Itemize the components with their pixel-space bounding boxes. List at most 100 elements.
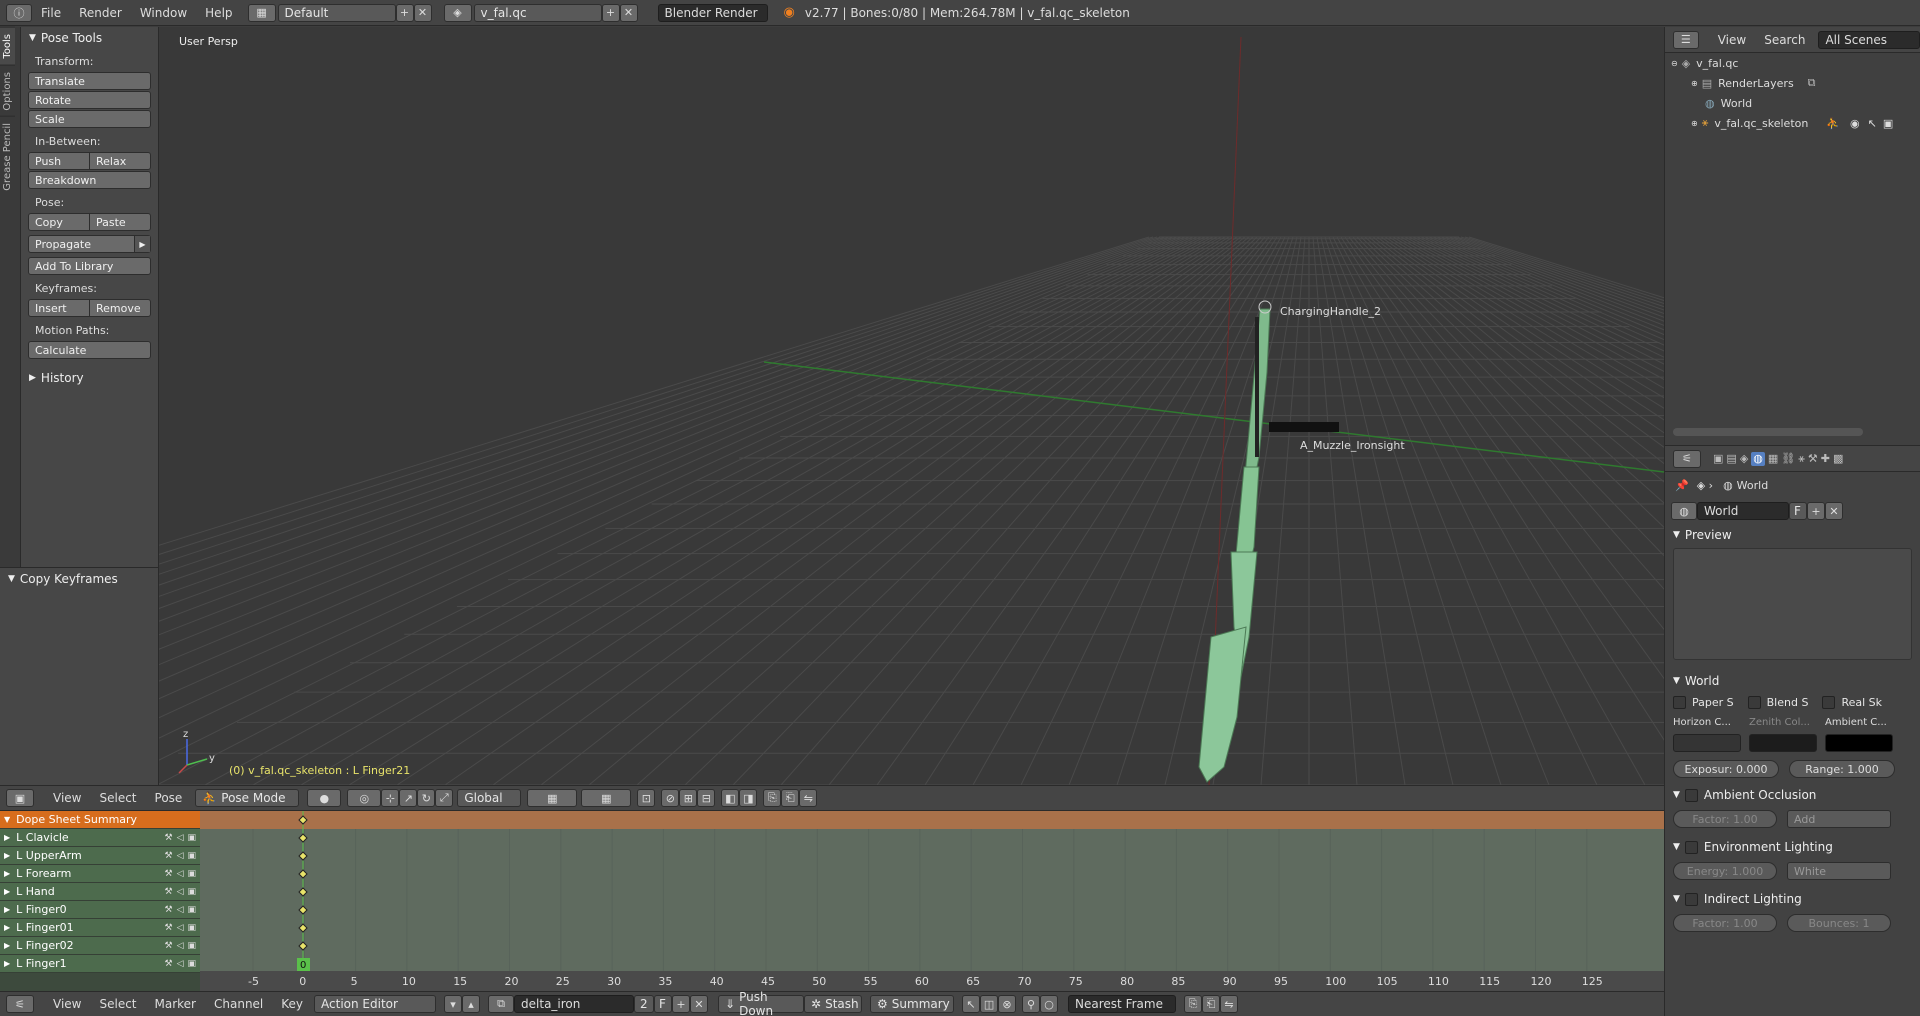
editor-type-icon[interactable]: ⚟ <box>1673 449 1701 468</box>
expand-icon[interactable]: ▶ <box>4 851 10 860</box>
real-sky-checkbox[interactable]: Real Sk <box>1822 696 1882 709</box>
menu-window[interactable]: Window <box>131 6 196 20</box>
dopesheet-summary-channel[interactable]: ▼ Dope Sheet Summary <box>0 811 200 829</box>
eye-icon[interactable]: ◉ <box>1850 117 1860 130</box>
dopesheet-area[interactable]: -5 0 5 10 15 20 25 30 35 40 45 50 55 60 65 70 75 80 85 90 95… <box>0 811 1664 991</box>
paste-pose-icon[interactable]: ⎗ <box>781 789 800 807</box>
indirect-lighting-checkbox[interactable] <box>1684 892 1698 906</box>
lock-icon[interactable]: ▣ <box>187 851 196 861</box>
lock-icon[interactable]: ▣ <box>187 923 196 933</box>
lock-icon[interactable]: ▣ <box>187 941 196 951</box>
outliner-item-renderlayers[interactable]: ⊕ ▤ RenderLayers ⧉ <box>1665 73 1920 93</box>
wrench-icon[interactable]: ⚒ <box>164 869 172 879</box>
only-selected-icon[interactable]: ↖ <box>962 995 981 1013</box>
channel-row[interactable]: ▶ L Forearm ⚒ ◁ ▣ <box>0 865 200 883</box>
channel-row[interactable]: ▶ L Clavicle ⚒ ◁ ▣ <box>0 829 200 847</box>
breakdown-button[interactable]: Breakdown <box>28 171 151 189</box>
only-errors-icon[interactable]: ⊗ <box>998 995 1017 1013</box>
calculate-button[interactable]: Calculate <box>28 341 151 359</box>
relax-button[interactable]: Relax <box>89 153 150 169</box>
add-world-icon[interactable]: + <box>1807 502 1825 520</box>
outliner-item-scene[interactable]: ⊖ ◈ v_fal.qc <box>1665 53 1920 73</box>
world-panel-header[interactable]: ▼ World <box>1665 670 1920 692</box>
object-tab-icon[interactable]: ▦ <box>1768 452 1778 466</box>
menu-select[interactable]: Select <box>90 791 145 805</box>
expand-icon[interactable]: ▶ <box>4 905 10 914</box>
copy-keyframes-header[interactable]: ▼ Copy Keyframes <box>0 568 158 590</box>
menu-view[interactable]: View <box>44 791 90 805</box>
proportional-icon[interactable]: ⊘ <box>661 789 680 807</box>
lock-icon[interactable]: ▣ <box>187 833 196 843</box>
wrench-icon[interactable]: ⚒ <box>164 959 172 969</box>
indirect-factor-field[interactable]: Factor: 1.00 <box>1673 914 1777 932</box>
propagate-menu-icon[interactable]: ▶ <box>134 236 150 252</box>
copy-pose-button[interactable]: Copy <box>29 214 89 230</box>
render-anim-icon[interactable]: ◨ <box>739 789 758 807</box>
range-field[interactable]: Range: 1.000 <box>1789 760 1895 778</box>
channel-row[interactable]: ▶ L Finger01 ⚒ ◁ ▣ <box>0 919 200 937</box>
render-engine-select[interactable]: Blender Render <box>657 3 768 22</box>
paste-keys-icon[interactable]: ⎗ <box>1202 995 1221 1013</box>
unlink-action-icon[interactable]: ✕ <box>690 995 709 1013</box>
preview-header[interactable]: ▼ Preview <box>1665 524 1920 546</box>
keyframe-marker[interactable] <box>298 887 308 897</box>
camera-icon[interactable]: ▣ <box>1883 117 1893 130</box>
lock-icon[interactable]: ▣ <box>187 905 196 915</box>
mute-icon[interactable]: ◁ <box>177 887 184 897</box>
layers-tab-icon[interactable]: ▤ <box>1726 452 1736 466</box>
fake-user-button[interactable]: F <box>1789 502 1807 520</box>
menu-render[interactable]: Render <box>70 6 131 20</box>
scene-field[interactable]: v_fal.qc <box>473 3 602 22</box>
display-mode-select[interactable]: All Scenes <box>1818 30 1920 49</box>
render-tab-icon[interactable]: ▣ <box>1713 452 1723 466</box>
mute-icon[interactable]: ◁ <box>177 905 184 915</box>
remove-keyframe-button[interactable]: Remove <box>89 300 150 316</box>
mute-icon[interactable]: ◁ <box>177 833 184 843</box>
render-layer-icon[interactable]: ⧉ <box>1808 76 1816 90</box>
expand-icon[interactable]: ▶ <box>4 941 10 950</box>
fake-user-button[interactable]: F <box>654 995 673 1013</box>
add-to-library-button[interactable]: Add To Library <box>28 257 151 275</box>
wrench-icon[interactable]: ⚒ <box>164 905 172 915</box>
add-action-icon[interactable]: + <box>672 995 691 1013</box>
users-count[interactable]: 2 <box>634 995 655 1013</box>
paste-flipped-icon[interactable]: ⇋ <box>1220 995 1239 1013</box>
push-down-button[interactable]: ⇓ Push Down <box>718 990 805 1016</box>
indirect-lighting-header[interactable]: ▼ Indirect Lighting <box>1665 888 1920 910</box>
outliner-item-skeleton[interactable]: ⊕ ⚹ v_fal.qc_skeleton ⛹ ◉ ↖ ▣ <box>1665 113 1920 133</box>
data-tab-icon[interactable]: ⚹ <box>1798 452 1805 466</box>
expand-icon[interactable]: ▶ <box>4 923 10 932</box>
stash-button[interactable]: ✲ Stash <box>804 995 863 1013</box>
copy-pose-icon[interactable]: ⎘ <box>763 789 782 807</box>
exposure-field[interactable]: Exposur: 0.000 <box>1673 760 1779 778</box>
menu-channel[interactable]: Channel <box>205 997 272 1011</box>
blend-sky-checkbox[interactable]: Blend S <box>1747 696 1808 709</box>
paste-pose-button[interactable]: Paste <box>89 214 150 230</box>
rifle-mesh[interactable] <box>1198 300 1272 783</box>
mute-icon[interactable]: ◁ <box>177 869 184 879</box>
action-name-field[interactable]: delta_iron <box>514 995 635 1013</box>
editor-type-icon[interactable]: ⚟ <box>6 995 34 1013</box>
shading-icon[interactable]: ● <box>307 789 342 807</box>
add-scene-icon[interactable]: + <box>601 3 620 22</box>
world-name-field[interactable]: World <box>1697 502 1789 520</box>
menu-select[interactable]: Select <box>90 997 145 1011</box>
rotate-button[interactable]: Rotate <box>28 91 151 109</box>
mute-icon[interactable]: ◁ <box>177 959 184 969</box>
collapse-icon[interactable]: ▼ <box>4 815 10 824</box>
env-energy-field[interactable]: Energy: 1.000 <box>1673 862 1777 880</box>
add-layout-icon[interactable]: + <box>395 3 414 22</box>
cursor-icon[interactable]: ↖ <box>1868 117 1877 130</box>
auto-snap-icon[interactable]: ○ <box>1040 995 1059 1013</box>
menu-help[interactable]: Help <box>196 6 241 20</box>
paste-flip-icon[interactable]: ⇋ <box>799 789 818 807</box>
keyframe-marker[interactable] <box>298 833 308 843</box>
layers-icon[interactable]: ▦ <box>527 789 578 807</box>
show-hidden-icon[interactable]: ◫ <box>980 995 999 1013</box>
snap-target-icon[interactable]: ⊟ <box>697 789 716 807</box>
expand-icon[interactable]: ▶ <box>4 887 10 896</box>
ambient-color-swatch[interactable] <box>1825 734 1893 752</box>
manipulator-icon[interactable]: ⊹ <box>381 789 400 807</box>
outliner-scrollbar[interactable] <box>1673 428 1863 436</box>
wrench-icon[interactable]: ⚒ <box>164 851 172 861</box>
